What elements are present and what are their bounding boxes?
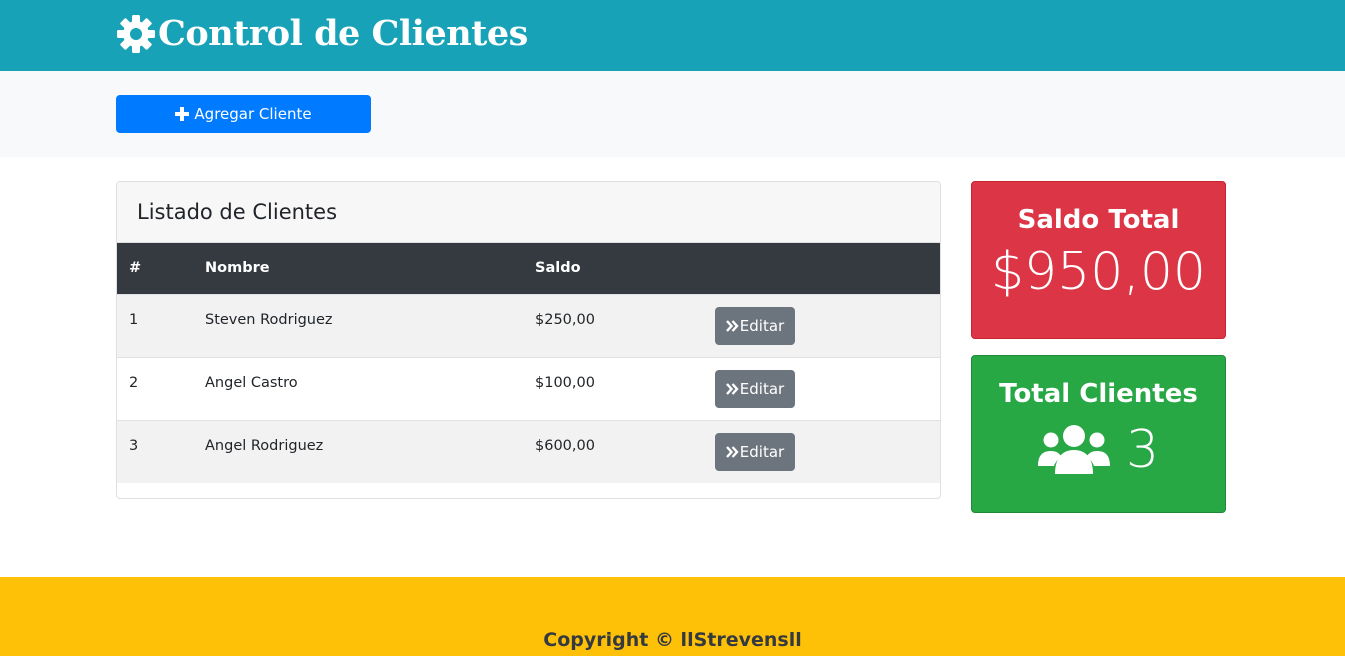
client-saldo: $100,00 [523,356,703,420]
page-title: Control de Clientes [158,13,528,54]
client-number: 2 [117,356,193,420]
edit-button[interactable]: Editar [715,369,795,408]
edit-button[interactable]: Editar [715,306,795,345]
saldo-total-value: $950,00 [990,242,1207,302]
saldo-total-title: Saldo Total [1017,205,1180,235]
client-actions: Editar [703,419,940,483]
column-header-number: # [117,243,193,294]
double-chevron-right-icon [725,319,739,332]
brand: Control de Clientes [116,12,528,56]
column-header-actions [703,243,940,294]
table-row: 3 Angel Rodriguez $600,00 Editar [117,419,940,483]
client-name: Angel Rodriguez [193,419,523,483]
edit-button[interactable]: Editar [715,432,795,471]
total-clientes-title: Total Clientes [999,379,1198,409]
page-footer: Copyright © llStrevensll [0,577,1345,656]
client-actions: Editar [703,356,940,420]
add-client-label: Agregar Cliente [194,105,312,123]
gear-icon [117,15,155,53]
client-name: Angel Castro [193,356,523,420]
total-clientes-card: Total Clientes 3 [971,355,1226,513]
double-chevron-right-icon [725,445,739,458]
client-saldo: $250,00 [523,293,703,357]
double-chevron-right-icon [725,382,739,395]
plus-icon [175,107,190,121]
users-icon [1037,425,1110,474]
client-actions: Editar [703,293,940,357]
edit-label: Editar [739,379,785,398]
saldo-total-card: Saldo Total $950,00 [971,181,1226,339]
copyright-text: Copyright © llStrevensll [543,629,802,651]
clients-table-body: 1 Steven Rodriguez $250,00 Editar 2 Ange… [117,293,940,483]
clients-card: Listado de Clientes # Nombre Saldo 1 Ste… [116,181,941,499]
add-client-button[interactable]: Agregar Cliente [116,95,371,133]
column-header-saldo: Saldo [523,243,703,294]
clients-card-header: Listado de Clientes [117,182,940,243]
app-header: Control de Clientes [0,0,1345,71]
column-header-name: Nombre [193,243,523,294]
clients-table-head: # Nombre Saldo [117,243,940,294]
client-name: Steven Rodriguez [193,293,523,357]
edit-label: Editar [739,442,785,461]
total-clientes-value: 3 [1125,420,1160,480]
client-saldo: $600,00 [523,419,703,483]
clients-table: # Nombre Saldo 1 Steven Rodriguez $250,0… [117,243,940,483]
table-row: 1 Steven Rodriguez $250,00 Editar [117,293,940,357]
client-number: 1 [117,293,193,357]
edit-label: Editar [739,316,785,335]
table-row: 2 Angel Castro $100,00 Editar [117,356,940,420]
clients-card-title: Listado de Clientes [137,200,338,224]
client-number: 3 [117,419,193,483]
actions-bar: Agregar Cliente [0,71,1345,157]
total-clientes-row: 3 [972,418,1225,482]
